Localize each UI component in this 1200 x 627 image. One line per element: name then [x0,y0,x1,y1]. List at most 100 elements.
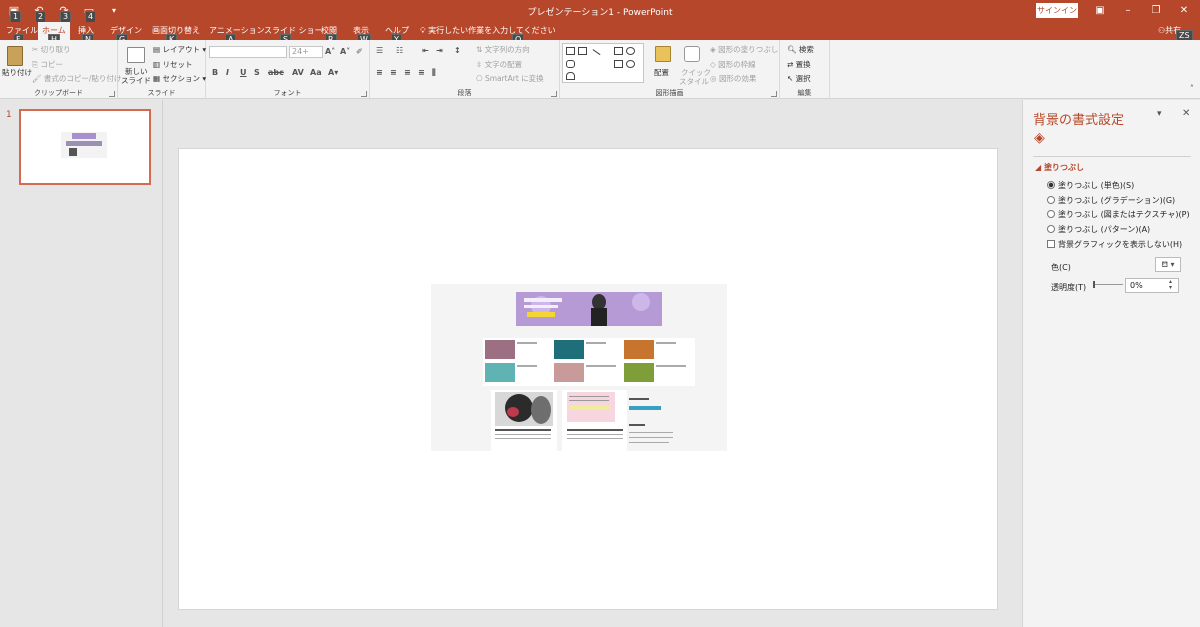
transparency-label: 透明度(T) [1051,283,1087,292]
color-picker-button[interactable]: ⛾ ▾ [1155,257,1181,272]
clipboard-label: クリップボード [34,89,83,97]
tab-design[interactable]: デザインG [106,22,146,46]
new-slide-icon[interactable] [127,47,145,63]
tab-transitions[interactable]: 画面切り替えK [148,22,204,46]
replace-button[interactable]: ⇄ 置換 [787,59,811,70]
shapes-gallery[interactable] [562,43,644,83]
increase-indent-icon[interactable]: ⇥ [436,46,443,55]
change-case-icon[interactable]: Aa [310,68,322,77]
ribbon: 貼り付け ✂ 切り取り ⎘ コピー 🖌︎ 書式のコピー/貼り付け クリップボード… [0,40,1200,99]
shape-effects-button[interactable]: ◎ 図形の効果 [710,73,756,84]
slide-canvas[interactable] [178,148,998,610]
drawing-launcher-icon[interactable] [771,91,777,97]
minimize-icon[interactable]: – [1118,3,1138,18]
strikethrough-icon[interactable]: abc [268,68,284,77]
grow-font-icon[interactable]: A˄ [325,47,335,56]
transparency-slider[interactable] [1093,284,1123,285]
close-icon[interactable]: ✕ [1174,3,1194,18]
find-button[interactable]: 🔍︎ 検索 [787,44,814,55]
ribbon-display-icon[interactable]: ▣ [1090,3,1110,18]
paste-icon[interactable] [7,46,23,66]
copy-button[interactable]: ⎘ コピー [32,59,63,70]
select-button[interactable]: ↖ 選択 [787,73,811,84]
clipboard-launcher-icon[interactable] [109,91,115,97]
paragraph-launcher-icon[interactable] [551,91,557,97]
numbering-icon[interactable]: ☷ [396,46,403,55]
rectangle-shape-icon[interactable] [614,47,623,55]
tell-me-box[interactable]: 💡︎ 実行したい作業を入力してくださいQ [420,22,556,46]
smartart-button[interactable]: ⎔ SmartArt に変換 [476,73,544,84]
paragraph-group: ☰ ☷ ⇤ ⇥ ↕ ≡ ≡ ≡ ≡ ⫼ ⇅ 文字列の方向 ⇳ 文字の配置 ⎔ S… [370,40,560,99]
line-spacing-icon[interactable]: ↕ [454,46,461,55]
arrange-button[interactable]: 配置 [654,67,669,78]
fill-picture-option[interactable]: 塗りつぶし (図またはテクスチャ)(P) [1047,209,1190,220]
curve-shape-icon[interactable] [566,72,575,80]
underline-icon[interactable]: U [240,68,247,77]
layout-button[interactable]: ▤ レイアウト ▾ [153,44,206,55]
align-text-button[interactable]: ⇳ 文字の配置 [476,59,522,70]
justify-icon[interactable]: ≡ [418,68,425,77]
share-button[interactable]: ⚇共有 ZS [1158,22,1193,42]
tab-review[interactable]: 校閲R [317,22,341,46]
inserted-picture[interactable] [431,284,727,451]
font-launcher-icon[interactable] [361,91,367,97]
brace-shape-icon[interactable] [614,72,623,80]
tab-file[interactable]: ファイルF [2,22,42,46]
oval-shape-icon[interactable] [626,47,635,55]
line-shape-icon[interactable] [588,49,601,61]
fill-pattern-option[interactable]: 塗りつぶし (パターン)(A) [1047,224,1150,235]
fill-solid-option[interactable]: 塗りつぶし (単色)(S) [1047,180,1134,191]
font-color-icon[interactable]: A▾ [328,68,338,77]
spacing-icon[interactable]: AV [292,68,304,77]
rounded-rect-shape-icon[interactable] [566,60,575,68]
shrink-font-icon[interactable]: A˅ [340,47,350,56]
spinner-icon[interactable]: ▴ ▾ [1169,279,1172,291]
section-button[interactable]: ▦ セクション ▾ [153,73,206,84]
font-name-combo[interactable] [209,46,287,58]
restore-icon[interactable]: ❐ [1146,3,1166,18]
star-shape-icon[interactable] [626,60,635,68]
arrow-shape-icon[interactable] [614,60,623,68]
bullets-icon[interactable]: ☰ [376,46,383,55]
fill-gradient-option[interactable]: 塗りつぶし (グラデーション)(G) [1047,195,1175,206]
tab-view[interactable]: 表示W [349,22,373,46]
triangle-shape-icon[interactable] [578,60,587,68]
hide-graphics-checkbox[interactable]: 背景グラフィックを表示しない(H) [1047,239,1182,250]
align-right-icon[interactable]: ≡ [404,68,411,77]
align-left-icon[interactable]: ≡ [376,68,383,77]
tab-insert[interactable]: 挿入N [74,22,98,46]
collapse-ribbon-icon[interactable]: ˄ [1190,84,1194,93]
clear-format-icon[interactable]: ✐ [356,47,363,56]
transparency-slider-thumb[interactable] [1093,281,1095,288]
pane-title: 背景の書式設定 [1033,113,1125,128]
slide-thumbnail[interactable] [19,109,151,185]
decrease-indent-icon[interactable]: ⇤ [422,46,429,55]
italic-icon[interactable]: I [226,68,229,77]
vertical-textbox-shape-icon[interactable] [578,47,587,55]
align-center-icon[interactable]: ≡ [390,68,397,77]
columns-icon[interactable]: ⫼ [432,68,436,78]
text-direction-button[interactable]: ⇅ 文字列の方向 [476,44,530,55]
format-painter-button[interactable]: 🖌︎ 書式のコピー/貼り付け [32,73,121,84]
pane-options-icon[interactable]: ▾ [1157,109,1162,119]
slide-number: 1 [6,110,12,120]
font-size-combo[interactable]: 24+ [289,46,323,58]
paste-button[interactable]: 貼り付け [2,67,32,78]
shadow-icon[interactable]: S [254,68,260,77]
quick-styles-icon[interactable] [684,46,700,62]
bold-icon[interactable]: B [212,68,218,77]
new-slide-label-2[interactable]: スライド [121,75,151,86]
cut-button[interactable]: ✂ 切り取り [32,44,71,55]
fill-bucket-icon[interactable]: ◈ [1034,130,1045,146]
fill-section-header[interactable]: ◢ 塗りつぶし [1035,162,1084,173]
shape-outline-button[interactable]: ◇ 図形の枠線 [710,59,756,70]
tab-home[interactable]: ホームH [38,22,70,46]
signin-button[interactable]: サインイン [1036,3,1078,18]
tab-help[interactable]: ヘルプY [381,22,413,46]
quick-styles-label-2[interactable]: スタイル [679,76,709,87]
reset-button[interactable]: ▥ リセット [153,59,192,70]
textbox-shape-icon[interactable] [566,47,575,55]
shape-fill-button[interactable]: ◈ 図形の塗りつぶし [710,44,778,55]
pane-close-icon[interactable]: ✕ [1182,108,1190,119]
arrange-icon[interactable] [655,46,671,62]
